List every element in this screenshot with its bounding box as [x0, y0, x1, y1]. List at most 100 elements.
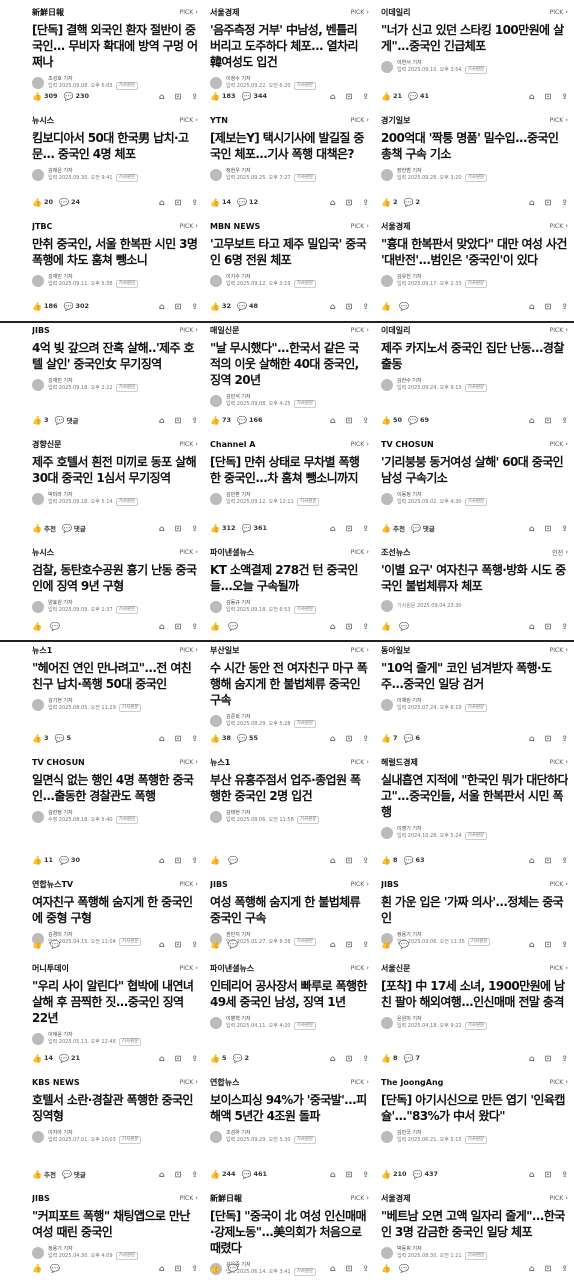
news-card[interactable]: 뉴시스 PICK › 검찰, 동탄호수공원 흉기 난동 중국인에 징역 9년 구형 양효… — [26, 542, 204, 636]
share-icon[interactable]: ⇪ — [191, 302, 198, 311]
press-name[interactable]: 경기일보 — [381, 115, 410, 126]
news-card[interactable]: JIBS PICK › "커피포트 폭행" 채팅앱으로 만난 여성 때린 중국인 정용기… — [26, 1188, 204, 1278]
bookmark-icon[interactable]: ⌂ — [159, 1054, 165, 1063]
save-icon[interactable]: ⊡ — [175, 524, 182, 533]
save-icon[interactable]: ⊡ — [545, 1264, 552, 1273]
headline[interactable]: 보이스피싱 94%가 '중국발'...피해액 5년간 4조원 돌파 — [210, 1092, 369, 1124]
headline[interactable]: 킴보디아서 50대 한국男 납치·고문... 중국인 4명 체포 — [32, 130, 198, 162]
comment-icon[interactable]: 💬 — [399, 622, 409, 631]
bookmark-icon[interactable]: ⌂ — [529, 622, 535, 631]
save-icon[interactable]: ⊡ — [346, 1054, 353, 1063]
share-icon[interactable]: ⇪ — [362, 1170, 369, 1179]
press-name[interactable]: TV CHOSUN — [32, 758, 85, 767]
press-name[interactable]: 뉴스1 — [32, 645, 52, 656]
share-icon[interactable]: ⇪ — [561, 622, 568, 631]
original-article-link[interactable]: 기사원문 — [464, 832, 488, 840]
like-icon[interactable]: 👍 — [32, 1264, 42, 1273]
comment-icon[interactable]: 💬 — [228, 1264, 238, 1273]
like-icon[interactable]: 👍 — [381, 1054, 391, 1063]
original-article-link[interactable]: 기사원문 — [464, 498, 488, 506]
news-card[interactable]: KBS NEWS PICK › 호텔서 소란·경찰관 폭행한 중국인 징역형 이지아 기… — [26, 1072, 204, 1184]
share-icon[interactable]: ⇪ — [362, 416, 369, 425]
like-icon[interactable]: 👍 — [210, 1170, 220, 1179]
headline[interactable]: 수 시간 동안 전 여자친구 마구 폭행해 숨지게 한 불법체류 중국인 구속 — [210, 660, 369, 708]
save-icon[interactable]: ⊡ — [545, 524, 552, 533]
press-name[interactable]: 매일신문 — [210, 325, 239, 336]
share-icon[interactable]: ⇪ — [561, 524, 568, 533]
news-card[interactable]: 뉴시스 PICK › 킴보디아서 50대 한국男 납치·고문... 중국인 4명 체포… — [26, 110, 204, 212]
original-article-link[interactable]: 기사원문 — [115, 1252, 139, 1260]
press-name[interactable]: 부산일보 — [210, 645, 239, 656]
comment-icon[interactable]: 💬 — [411, 524, 421, 533]
share-icon[interactable]: ⇪ — [561, 1170, 568, 1179]
save-icon[interactable]: ⊡ — [175, 940, 182, 949]
news-card[interactable]: JTBC PICK › 만취 중국인, 서울 한복판 시민 3명 폭행에 차도 훔쳐 … — [26, 216, 204, 316]
bookmark-icon[interactable]: ⌂ — [529, 92, 535, 101]
share-icon[interactable]: ⇪ — [362, 1264, 369, 1273]
bookmark-icon[interactable]: ⌂ — [159, 940, 165, 949]
bookmark-icon[interactable]: ⌂ — [159, 416, 165, 425]
save-icon[interactable]: ⊡ — [175, 1054, 182, 1063]
save-icon[interactable]: ⊡ — [346, 622, 353, 631]
save-icon[interactable]: ⊡ — [175, 856, 182, 865]
news-card[interactable]: JIBS PICK › 여성 폭행해 숨지게 한 불법체류 중국인 구속 권민지 기자 입… — [204, 874, 375, 954]
like-icon[interactable]: 👍 — [381, 856, 391, 865]
headline[interactable]: 일면식 없는 행인 4명 폭행한 중국인...출동한 경찰관도 폭행 — [32, 772, 198, 804]
original-article-link[interactable]: 기사원문 — [293, 720, 317, 728]
news-card[interactable]: 서울경제 PICK › '음주측정 거부' 中남성, 벤틀리 버리고 도주하다 체포.… — [204, 2, 375, 106]
original-article-link[interactable]: 기사원문 — [115, 384, 139, 392]
save-icon[interactable]: ⊡ — [545, 1054, 552, 1063]
like-icon[interactable]: 👍 — [381, 1170, 391, 1179]
headline[interactable]: 흰 가운 입은 '가짜 의사'...정체는 중국인 — [381, 894, 568, 926]
like-icon[interactable]: 👍 — [32, 524, 42, 533]
press-name[interactable]: JIBS — [210, 880, 228, 889]
press-name[interactable]: The JoongAng — [381, 1078, 443, 1087]
headline[interactable]: "10억 줄게" 코인 넘겨받자 폭행·도주...중국인 일당 검거 — [381, 660, 568, 692]
bookmark-icon[interactable]: ⌂ — [529, 1170, 535, 1179]
original-article-link[interactable]: 기사원문 — [118, 1136, 142, 1144]
comment-icon[interactable]: 💬 — [64, 302, 74, 311]
bookmark-icon[interactable]: ⌂ — [159, 856, 165, 865]
bookmark-icon[interactable]: ⌂ — [529, 856, 535, 865]
bookmark-icon[interactable]: ⌂ — [529, 1054, 535, 1063]
comment-icon[interactable]: 💬 — [228, 856, 238, 865]
share-icon[interactable]: ⇪ — [191, 198, 198, 207]
headline[interactable]: [포착] 中 17세 소녀, 1900만원에 남친 팔아 해외여행...인신매매… — [381, 978, 568, 1010]
comment-icon[interactable]: 💬 — [237, 302, 247, 311]
comment-icon[interactable]: 💬 — [55, 416, 65, 425]
comment-icon[interactable]: 💬 — [404, 856, 414, 865]
original-article-link[interactable]: 기사원문 — [464, 1252, 488, 1260]
save-icon[interactable]: ⊡ — [346, 1170, 353, 1179]
press-name[interactable]: 서울신문 — [381, 963, 410, 974]
headline[interactable]: 인테리어 공사장서 빠루로 폭행한 49세 중국인 남성, 징역 1년 — [210, 978, 369, 1010]
press-name[interactable]: 서울경제 — [210, 7, 239, 18]
comment-icon[interactable]: 💬 — [242, 92, 252, 101]
news-card[interactable]: 이데일리 PICK › 제주 카지노서 중국인 집단 난동...경찰 출동 김한수 기자… — [375, 320, 574, 430]
like-icon[interactable]: 👍 — [210, 940, 220, 949]
headline[interactable]: "베트남 오면 고액 일자리 줄게"...한국인 3명 감금한 중국인 일당 체… — [381, 1208, 568, 1240]
news-card[interactable]: 머니투데이 PICK › "우리 사이 알린다" 협박에 내연녀 살해 후 끔찍한 짓… — [26, 958, 204, 1068]
share-icon[interactable]: ⇪ — [362, 302, 369, 311]
press-name[interactable]: 이데일리 — [381, 325, 410, 336]
headline[interactable]: "헤어진 연인 만나려고"...전 여친 친구 납치·폭행 50대 중국인 — [32, 660, 198, 692]
news-card[interactable]: 이데일리 PICK › "너가 신고 있던 스타킹 100만원에 살게"...중국인 … — [375, 2, 574, 106]
press-name[interactable]: TV CHOSUN — [381, 440, 434, 449]
news-card[interactable]: Channel A PICK › [단독] 만취 상태로 무차별 폭행한 중국인...… — [204, 434, 375, 538]
like-icon[interactable]: 👍 — [381, 92, 391, 101]
press-name[interactable]: JIBS — [32, 326, 50, 335]
press-name[interactable]: 뉴시스 — [32, 547, 54, 558]
comment-icon[interactable]: 💬 — [404, 1054, 414, 1063]
bookmark-icon[interactable]: ⌂ — [159, 1170, 165, 1179]
headline[interactable]: 호텔서 소란·경찰관 폭행한 중국인 징역형 — [32, 1092, 198, 1124]
bookmark-icon[interactable]: ⌂ — [330, 1170, 336, 1179]
bookmark-icon[interactable]: ⌂ — [529, 524, 535, 533]
comment-icon[interactable]: 💬 — [62, 1170, 72, 1179]
headline[interactable]: [단독] 결핵 외국인 환자 절반이 중국인... 무비자 확대에 방역 구멍 … — [32, 22, 198, 70]
news-card[interactable]: 경향신문 PICK › 제주 호텔서 흰전 미끼로 동포 살해 30대 중국인 1심서… — [26, 434, 204, 538]
save-icon[interactable]: ⊡ — [545, 198, 552, 207]
original-article-link[interactable]: 기사원문 — [115, 174, 139, 182]
press-name[interactable]: 조선뉴스 — [381, 547, 410, 558]
save-icon[interactable]: ⊡ — [346, 92, 353, 101]
comment-icon[interactable]: 💬 — [237, 416, 247, 425]
save-icon[interactable]: ⊡ — [545, 416, 552, 425]
